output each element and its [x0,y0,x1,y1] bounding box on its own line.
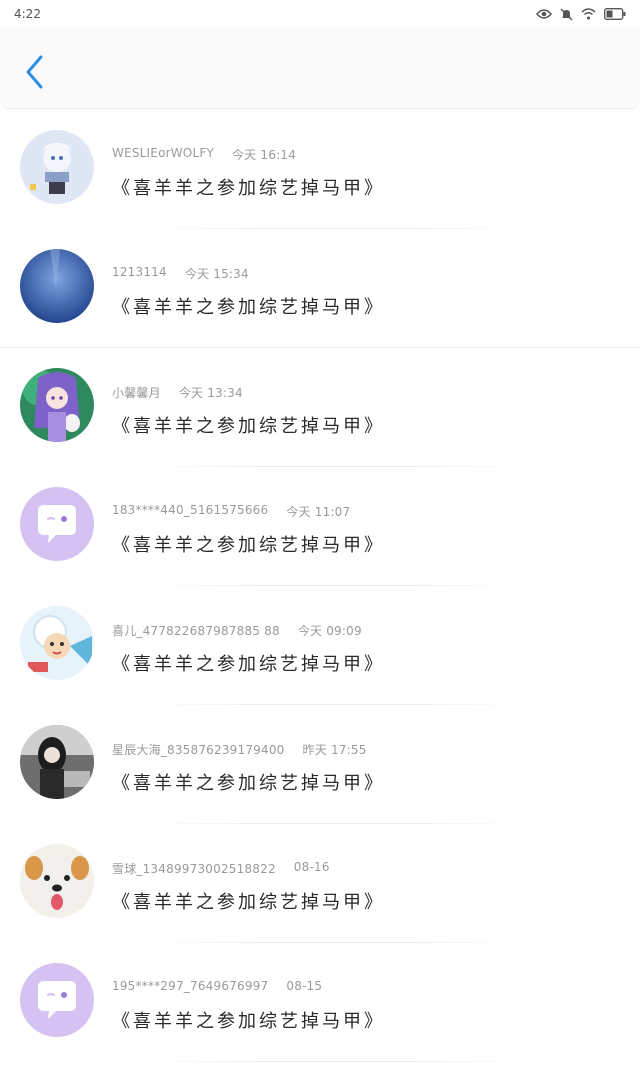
list-item[interactable]: 183****440_5161575666 今天 11:07 《喜羊羊之参加综艺… [0,467,640,586]
timestamp: 今天 09:09 [297,624,362,638]
status-icons [536,8,626,21]
timestamp: 08-15 [286,979,323,993]
list-item[interactable]: 星辰大海_835876239179400 昨天 17:55 《喜羊羊之参加综艺掉… [0,705,640,824]
item-meta: 喜儿_477822687987885 88 今天 09:09 [112,622,362,639]
timestamp: 08-16 [293,860,330,874]
dog-avatar-icon [20,844,94,918]
work-title[interactable]: 《喜羊羊之参加综艺掉马甲》 [112,412,385,438]
chevron-left-icon [25,55,45,93]
status-time: 4:22 [14,7,41,21]
comment-list: WESLIEorWOLFY 今天 16:14 《喜羊羊之参加综艺掉马甲》 121… [0,110,640,1062]
work-title[interactable]: 《喜羊羊之参加综艺掉马甲》 [112,293,385,319]
work-title[interactable]: 《喜羊羊之参加综艺掉马甲》 [112,888,385,914]
work-title[interactable]: 《喜羊羊之参加综艺掉马甲》 [112,174,385,200]
username: 183****440_5161575666 [112,503,269,517]
avatar[interactable] [20,487,94,561]
item-meta: 雪球_13489973002518822 08-16 [112,860,330,877]
item-meta: WESLIEorWOLFY 今天 16:14 [112,146,296,163]
item-meta: 星辰大海_835876239179400 昨天 17:55 [112,741,367,758]
sky-avatar-icon [20,249,94,323]
list-item[interactable]: 1213114 今天 15:34 《喜羊羊之参加综艺掉马甲》 [0,229,640,348]
username: 雪球_13489973002518822 [112,862,276,876]
work-title[interactable]: 《喜羊羊之参加综艺掉马甲》 [112,769,385,795]
item-meta: 1213114 今天 15:34 [112,265,249,282]
cartoon-sheep-avatar-icon [20,606,94,680]
divider [150,1061,520,1062]
work-title[interactable]: 《喜羊羊之参加综艺掉马甲》 [112,531,385,557]
work-title[interactable]: 《喜羊羊之参加综艺掉马甲》 [112,1007,385,1033]
username: 星辰大海_835876239179400 [112,743,285,757]
timestamp: 今天 13:34 [178,386,243,400]
wifi-icon [581,8,596,20]
default-chat-avatar-icon [20,487,94,561]
timestamp: 今天 16:14 [231,148,296,162]
timestamp: 今天 15:34 [184,267,249,281]
avatar[interactable] [20,130,94,204]
list-item[interactable]: 195****297_7649676997 08-15 《喜羊羊之参加综艺掉马甲… [0,943,640,1062]
item-meta: 195****297_7649676997 08-15 [112,979,322,993]
list-item[interactable]: 喜儿_477822687987885 88 今天 09:09 《喜羊羊之参加综艺… [0,586,640,705]
work-title[interactable]: 《喜羊羊之参加综艺掉马甲》 [112,650,385,676]
girl-photo-avatar-icon [20,725,94,799]
item-meta: 小馨馨月 今天 13:34 [112,384,243,401]
avatar[interactable] [20,963,94,1037]
avatar[interactable] [20,368,94,442]
timestamp: 今天 11:07 [286,505,351,519]
header-bar [0,28,640,109]
avatar[interactable] [20,249,94,323]
avatar[interactable] [20,844,94,918]
username: 1213114 [112,265,167,279]
status-bar: 4:22 [0,0,640,28]
username: 喜儿_477822687987885 88 [112,624,280,638]
anime-avatar-icon [20,130,94,204]
mute-bell-icon [560,8,573,21]
item-meta: 183****440_5161575666 今天 11:07 [112,503,350,520]
avatar[interactable] [20,606,94,680]
battery-icon [604,8,626,20]
default-chat-avatar-icon [20,963,94,1037]
avatar[interactable] [20,725,94,799]
username: 195****297_7649676997 [112,979,269,993]
list-item[interactable]: 雪球_13489973002518822 08-16 《喜羊羊之参加综艺掉马甲》 [0,824,640,943]
list-item[interactable]: 小馨馨月 今天 13:34 《喜羊羊之参加综艺掉马甲》 [0,348,640,467]
username: WESLIEorWOLFY [112,146,214,160]
anime-purple-avatar-icon [20,368,94,442]
timestamp: 昨天 17:55 [302,743,367,757]
list-item[interactable]: WESLIEorWOLFY 今天 16:14 《喜羊羊之参加综艺掉马甲》 [0,110,640,229]
eye-icon [536,8,552,20]
username: 小馨馨月 [112,386,161,400]
back-button[interactable] [20,54,50,94]
